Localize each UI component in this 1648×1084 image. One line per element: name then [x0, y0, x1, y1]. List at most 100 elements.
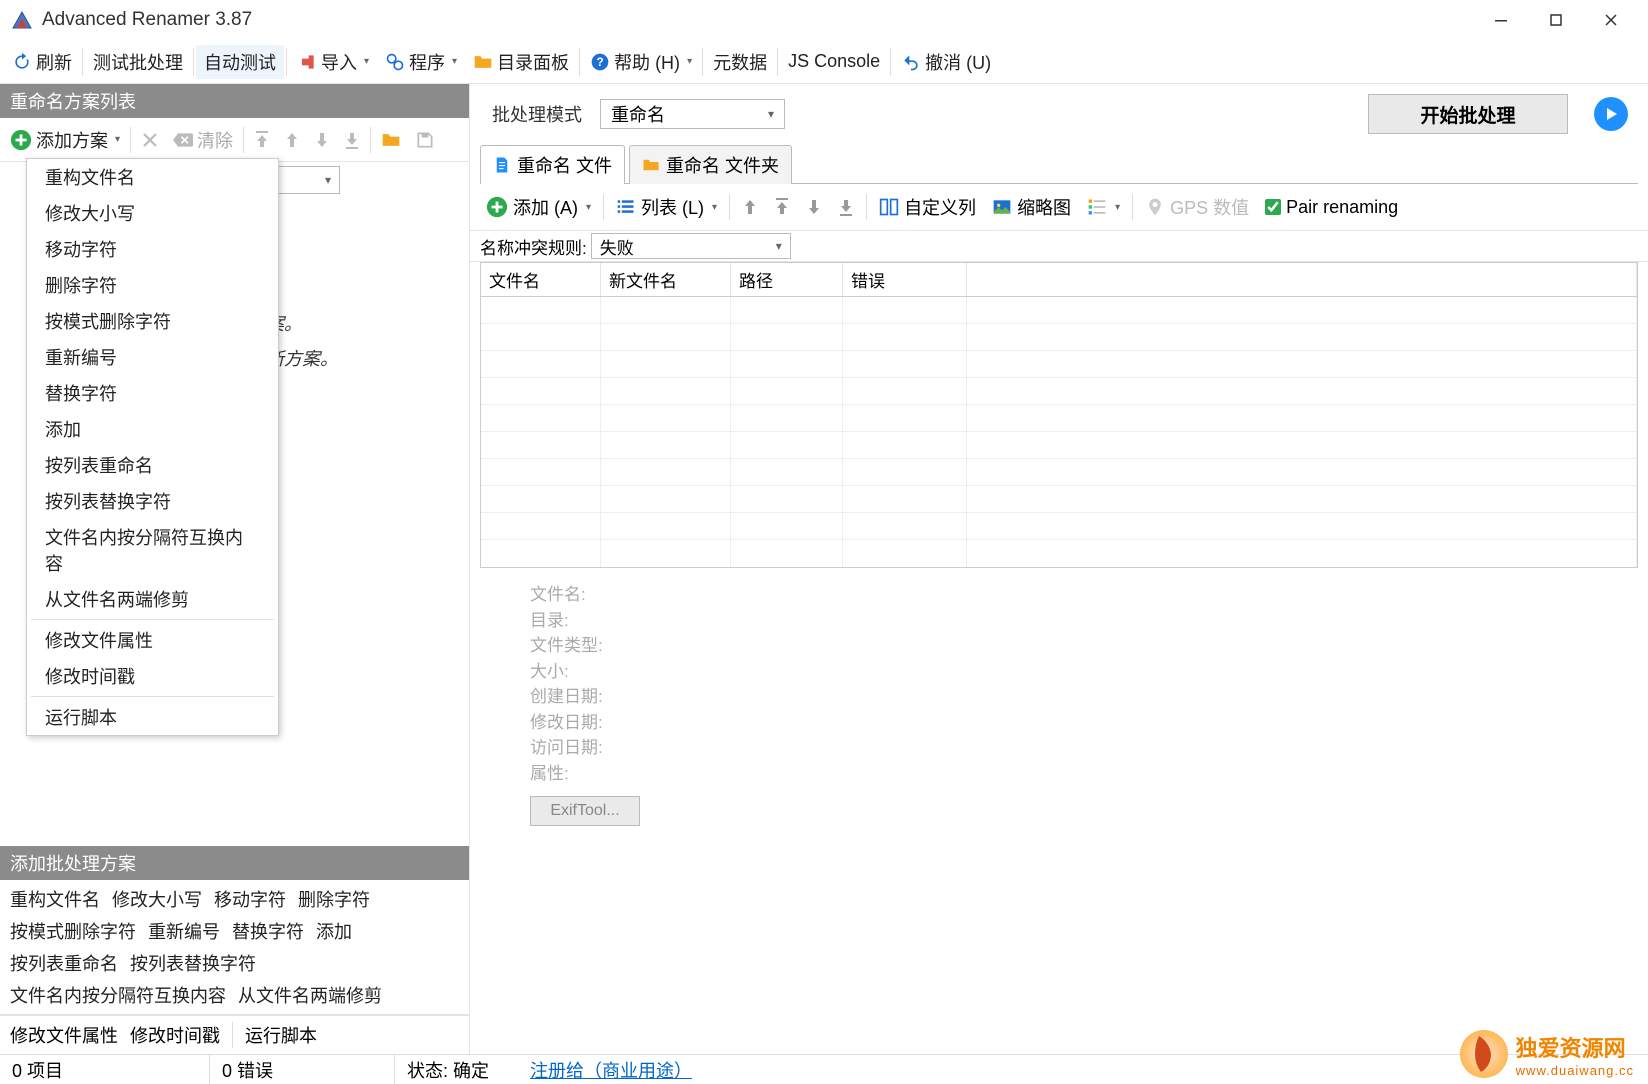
- method-link[interactable]: 替换字符: [232, 918, 304, 944]
- menu-item[interactable]: 从文件名两端修剪: [27, 581, 278, 617]
- exiftool-button[interactable]: ExifTool...: [530, 796, 640, 826]
- method-link[interactable]: 修改文件属性: [10, 1022, 118, 1048]
- watermark: 独爱资源网 www.duaiwang.cc: [1460, 1030, 1634, 1078]
- method-link[interactable]: 移动字符: [214, 886, 286, 912]
- start-batch-button[interactable]: 开始批处理: [1368, 94, 1568, 134]
- arrow-up-icon: [284, 131, 300, 149]
- refresh-button[interactable]: 刷新: [4, 45, 80, 79]
- menu-item[interactable]: 按模式删除字符: [27, 303, 278, 339]
- tab-rename-folders[interactable]: 重命名 文件夹: [629, 145, 792, 184]
- clear-methods-button[interactable]: 清除: [167, 123, 239, 157]
- move-bottom-button[interactable]: [832, 194, 860, 220]
- method-link[interactable]: 重新编号: [148, 918, 220, 944]
- move-down-button[interactable]: [800, 194, 828, 220]
- move-up-button[interactable]: [736, 194, 764, 220]
- columns-icon: [879, 197, 899, 217]
- method-link[interactable]: 删除字符: [298, 886, 370, 912]
- chevron-down-icon: ▾: [586, 202, 591, 213]
- minimize-button[interactable]: [1473, 0, 1528, 40]
- add-method-button[interactable]: 添加方案▾: [4, 123, 126, 157]
- custom-columns-button[interactable]: 自定义列: [873, 190, 982, 224]
- move-down-button[interactable]: [308, 127, 336, 153]
- maximize-button[interactable]: [1528, 0, 1583, 40]
- method-link[interactable]: 按列表重命名: [10, 950, 118, 976]
- import-button[interactable]: 导入▾: [289, 45, 377, 79]
- play-button[interactable]: [1594, 97, 1628, 131]
- help-button[interactable]: ? 帮助 (H)▾: [582, 45, 700, 79]
- menu-item[interactable]: 修改时间戳: [27, 658, 278, 694]
- th-blank[interactable]: [967, 263, 1637, 296]
- close-button[interactable]: [1583, 0, 1638, 40]
- pair-checkbox-input[interactable]: [1265, 199, 1281, 215]
- th-newname[interactable]: 新文件名: [601, 263, 731, 296]
- undo-button[interactable]: 撤消 (U): [893, 45, 999, 79]
- move-top-button[interactable]: [768, 194, 796, 220]
- pair-renaming-checkbox[interactable]: Pair renaming: [1259, 193, 1404, 222]
- open-methods-button[interactable]: [375, 126, 407, 154]
- list-button[interactable]: 列表 (L)▾: [610, 190, 723, 224]
- th-path[interactable]: 路径: [731, 263, 843, 296]
- method-link[interactable]: 从文件名两端修剪: [238, 982, 382, 1008]
- program-button[interactable]: 程序▾: [377, 45, 465, 79]
- move-bottom-button[interactable]: [338, 127, 366, 153]
- move-up-button[interactable]: [278, 127, 306, 153]
- method-link[interactable]: 修改大小写: [112, 886, 202, 912]
- help-icon: ?: [590, 52, 610, 72]
- method-link[interactable]: 修改时间戳: [130, 1022, 220, 1048]
- titlebar: Advanced Renamer 3.87: [0, 0, 1648, 40]
- method-link[interactable]: 按列表替换字符: [130, 950, 256, 976]
- files-toolbar: 添加 (A)▾ 列表 (L)▾ 自定义列 缩略图 ▾: [470, 184, 1648, 231]
- add-files-button[interactable]: 添加 (A)▾: [480, 190, 597, 224]
- save-methods-button[interactable]: [409, 126, 441, 154]
- conflict-rule-select[interactable]: 失败 ▾: [591, 233, 791, 259]
- thumbnails-button[interactable]: 缩略图: [986, 190, 1077, 224]
- menu-item[interactable]: 添加: [27, 411, 278, 447]
- menu-item[interactable]: 重构文件名: [27, 159, 278, 195]
- main-toolbar: 刷新 测试批处理 自动测试 导入▾ 程序▾ 目录面板 ? 帮助 (H)▾ 元数据…: [0, 40, 1648, 84]
- menu-item[interactable]: 移动字符: [27, 231, 278, 267]
- register-link[interactable]: 注册给（商业用途）: [510, 1057, 692, 1083]
- play-icon: [1604, 107, 1618, 121]
- list-icon: [616, 197, 636, 217]
- menu-item[interactable]: 删除字符: [27, 267, 278, 303]
- arrow-up-icon: [742, 198, 758, 216]
- menu-item[interactable]: 修改大小写: [27, 195, 278, 231]
- move-top-button[interactable]: [248, 127, 276, 153]
- app-icon: [10, 8, 34, 32]
- th-error[interactable]: 错误: [843, 263, 967, 296]
- menu-item[interactable]: 重新编号: [27, 339, 278, 375]
- menu-item[interactable]: 文件名内按分隔符互换内容: [27, 519, 278, 581]
- method-link[interactable]: 文件名内按分隔符互换内容: [10, 982, 226, 1008]
- delete-method-button[interactable]: [135, 127, 165, 153]
- menu-item[interactable]: 替换字符: [27, 375, 278, 411]
- gears-icon: [385, 52, 405, 72]
- conflict-rule-row: 名称冲突规则: 失败 ▾: [470, 231, 1648, 262]
- method-link[interactable]: 重构文件名: [10, 886, 100, 912]
- chevron-down-icon: ▾: [768, 107, 774, 121]
- metadata-button[interactable]: 元数据: [705, 45, 775, 79]
- batch-mode-select[interactable]: 重命名 ▾: [600, 99, 785, 129]
- auto-test-button[interactable]: 自动测试: [196, 45, 284, 79]
- test-batch-button[interactable]: 测试批处理: [85, 45, 191, 79]
- menu-item[interactable]: 运行脚本: [27, 699, 278, 735]
- table-body: [481, 297, 1637, 567]
- clear-tag-icon: [173, 132, 193, 148]
- menu-item[interactable]: 按列表重命名: [27, 447, 278, 483]
- detail-directory: 目录:: [530, 608, 1588, 634]
- method-link[interactable]: 按模式删除字符: [10, 918, 136, 944]
- gps-button[interactable]: GPS 数值: [1139, 190, 1255, 224]
- tab-rename-files[interactable]: 重命名 文件: [480, 145, 625, 184]
- method-link[interactable]: 添加: [316, 918, 352, 944]
- pin-icon: [1145, 197, 1165, 217]
- chevron-down-icon: ▾: [452, 56, 457, 67]
- th-filename[interactable]: 文件名: [481, 263, 601, 296]
- menu-item[interactable]: 按列表替换字符: [27, 483, 278, 519]
- method-link[interactable]: 运行脚本: [232, 1022, 317, 1048]
- menu-item[interactable]: 修改文件属性: [27, 622, 278, 658]
- js-console-button[interactable]: JS Console: [780, 47, 888, 76]
- method-links-row: 重构文件名 修改大小写 移动字符 删除字符 按模式删除字符 重新编号 替换字符 …: [0, 880, 469, 1015]
- display-options-button[interactable]: ▾: [1081, 193, 1126, 221]
- table-row: [481, 459, 1637, 486]
- detail-filetype: 文件类型:: [530, 633, 1588, 659]
- folder-panel-button[interactable]: 目录面板: [465, 45, 577, 79]
